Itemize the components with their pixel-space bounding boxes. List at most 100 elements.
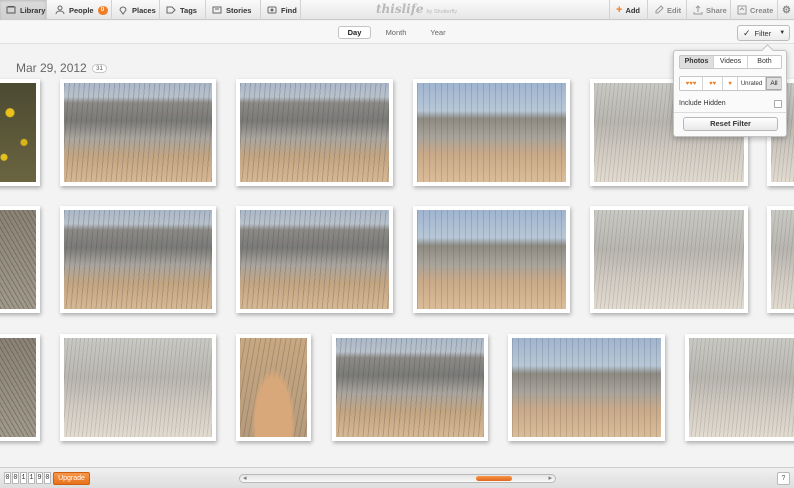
counter-digit: 0 (12, 472, 19, 484)
rating-unrated-option[interactable]: Unrated (738, 77, 766, 90)
counter-digit: 0 (44, 472, 51, 484)
nav-stories-button[interactable]: Stories (206, 0, 261, 20)
create-label: Create (750, 5, 774, 15)
include-hidden-label: Include Hidden (679, 100, 726, 107)
view-toolbar: Day Month Year ✓ Filter ▼ (0, 21, 794, 44)
photo-thumbnail[interactable] (60, 206, 216, 313)
media-type-segmented-control: Photos Videos Both (679, 55, 782, 69)
timeline-scrubber[interactable]: ◂ ▸ (239, 474, 556, 483)
photo-thumbnail[interactable] (590, 206, 748, 313)
photo-thumbnail[interactable] (60, 79, 216, 186)
rating-two-hearts-option[interactable]: ♥♥ (703, 77, 723, 90)
three-hearts-icon: ♥♥♥ (685, 80, 697, 87)
find-icon (267, 6, 277, 14)
counter-digit: 0 (4, 472, 11, 484)
timeline-handle[interactable] (476, 476, 512, 481)
photo-thumbnail[interactable] (0, 334, 40, 441)
photo-thumbnail[interactable] (236, 334, 311, 441)
nav-tags-label: Tags (180, 5, 197, 15)
thislife-logo: thislife by Shutterfly (376, 2, 457, 18)
photo-thumbnail[interactable] (0, 79, 40, 186)
photo-image (336, 338, 484, 437)
tab-day[interactable]: Day (338, 26, 371, 39)
rating-all-option[interactable]: All (766, 77, 781, 90)
rating-filter-control: ♥♥♥ ♥♥ ♥ Unrated All (679, 76, 782, 91)
rating-one-heart-option[interactable]: ♥ (723, 77, 738, 90)
photo-image (594, 210, 744, 309)
photo-thumbnail[interactable] (236, 79, 393, 186)
edit-label: Edit (667, 5, 682, 15)
photo-image (0, 210, 36, 309)
nav-people-label: People (69, 5, 94, 15)
counter-digit: 9 (36, 472, 43, 484)
photo-thumbnail[interactable] (413, 206, 570, 313)
nav-places-label: Places (132, 5, 156, 15)
tab-month[interactable]: Month (380, 26, 412, 39)
upgrade-button[interactable]: Upgrade (53, 472, 90, 485)
create-button[interactable]: Create (730, 0, 777, 20)
media-photos-option[interactable]: Photos (680, 56, 714, 68)
photo-thumbnail[interactable] (236, 206, 393, 313)
edit-icon (655, 5, 664, 14)
stories-icon (212, 6, 222, 14)
photo-image (0, 83, 36, 182)
create-icon (737, 5, 747, 15)
counter-digit: 1 (20, 472, 27, 484)
filter-button[interactable]: ✓ Filter ▼ (737, 25, 790, 41)
nav-places-button[interactable]: Places (112, 0, 160, 20)
filter-label: Filter (754, 28, 772, 38)
photo-thumbnail[interactable] (0, 206, 40, 313)
reset-filter-button[interactable]: Reset Filter (683, 117, 778, 131)
media-both-option[interactable]: Both (748, 56, 781, 68)
nav-people-button[interactable]: People 0 (49, 0, 112, 20)
places-icon (119, 6, 127, 15)
bottom-status-bar: 0 0 1 1 9 0 Upgrade ◂ ▸ ? (0, 467, 794, 488)
photo-counter: 0 0 1 1 9 0 (4, 472, 51, 484)
photo-thumbnail[interactable] (332, 334, 488, 441)
photo-thumbnail[interactable] (413, 79, 570, 186)
photo-image (417, 210, 566, 309)
checkmark-icon: ✓ (743, 27, 751, 38)
nav-library-button[interactable]: Library (0, 0, 47, 20)
photo-image (512, 338, 661, 437)
date-group-count: 31 (92, 64, 107, 73)
help-button[interactable]: ? (777, 472, 790, 485)
share-button[interactable]: Share (686, 0, 730, 20)
filter-popover: Photos Videos Both ♥♥♥ ♥♥ ♥ Unrated All … (673, 50, 787, 137)
date-group-title: Mar 29, 2012 (16, 61, 87, 75)
photo-thumbnail[interactable] (767, 206, 794, 313)
edit-button[interactable]: Edit (647, 0, 686, 20)
nav-tags-button[interactable]: Tags (160, 0, 206, 20)
photo-image (689, 338, 794, 437)
logo-subtitle: by Shutterfly (426, 9, 458, 15)
include-hidden-checkbox[interactable] (774, 99, 782, 108)
photo-thumbnail[interactable] (508, 334, 665, 441)
library-icon (6, 6, 16, 14)
rating-three-hearts-option[interactable]: ♥♥♥ (680, 77, 703, 90)
photo-thumbnail[interactable] (685, 334, 794, 441)
photo-image (240, 338, 307, 437)
add-icon: + (616, 4, 623, 16)
photo-image (771, 210, 794, 309)
photo-thumbnail[interactable] (60, 334, 216, 441)
share-icon (693, 5, 703, 15)
nav-find-button[interactable]: Find (261, 0, 301, 20)
chevron-right-icon[interactable]: ▸ (548, 474, 552, 482)
top-navigation-bar: Library People 0 Places Tags Stories Fin… (0, 0, 794, 20)
logo-wordmark: thislife (376, 2, 424, 16)
heart-icon: ♥ (728, 80, 732, 87)
settings-button[interactable]: ⚙ (777, 0, 794, 20)
add-button[interactable]: + Add (609, 0, 647, 20)
gear-icon: ⚙ (782, 4, 791, 16)
counter-digit: 1 (28, 472, 35, 484)
chevron-left-icon[interactable]: ◂ (243, 474, 247, 482)
add-label: Add (625, 5, 641, 15)
nav-stories-label: Stories (226, 5, 252, 15)
nav-find-label: Find (281, 5, 297, 15)
two-hearts-icon: ♥♥ (708, 80, 717, 87)
share-label: Share (706, 5, 727, 15)
tab-year[interactable]: Year (422, 26, 454, 39)
photo-image (417, 83, 566, 182)
media-videos-option[interactable]: Videos (714, 56, 748, 68)
include-hidden-row: Include Hidden (679, 98, 782, 109)
